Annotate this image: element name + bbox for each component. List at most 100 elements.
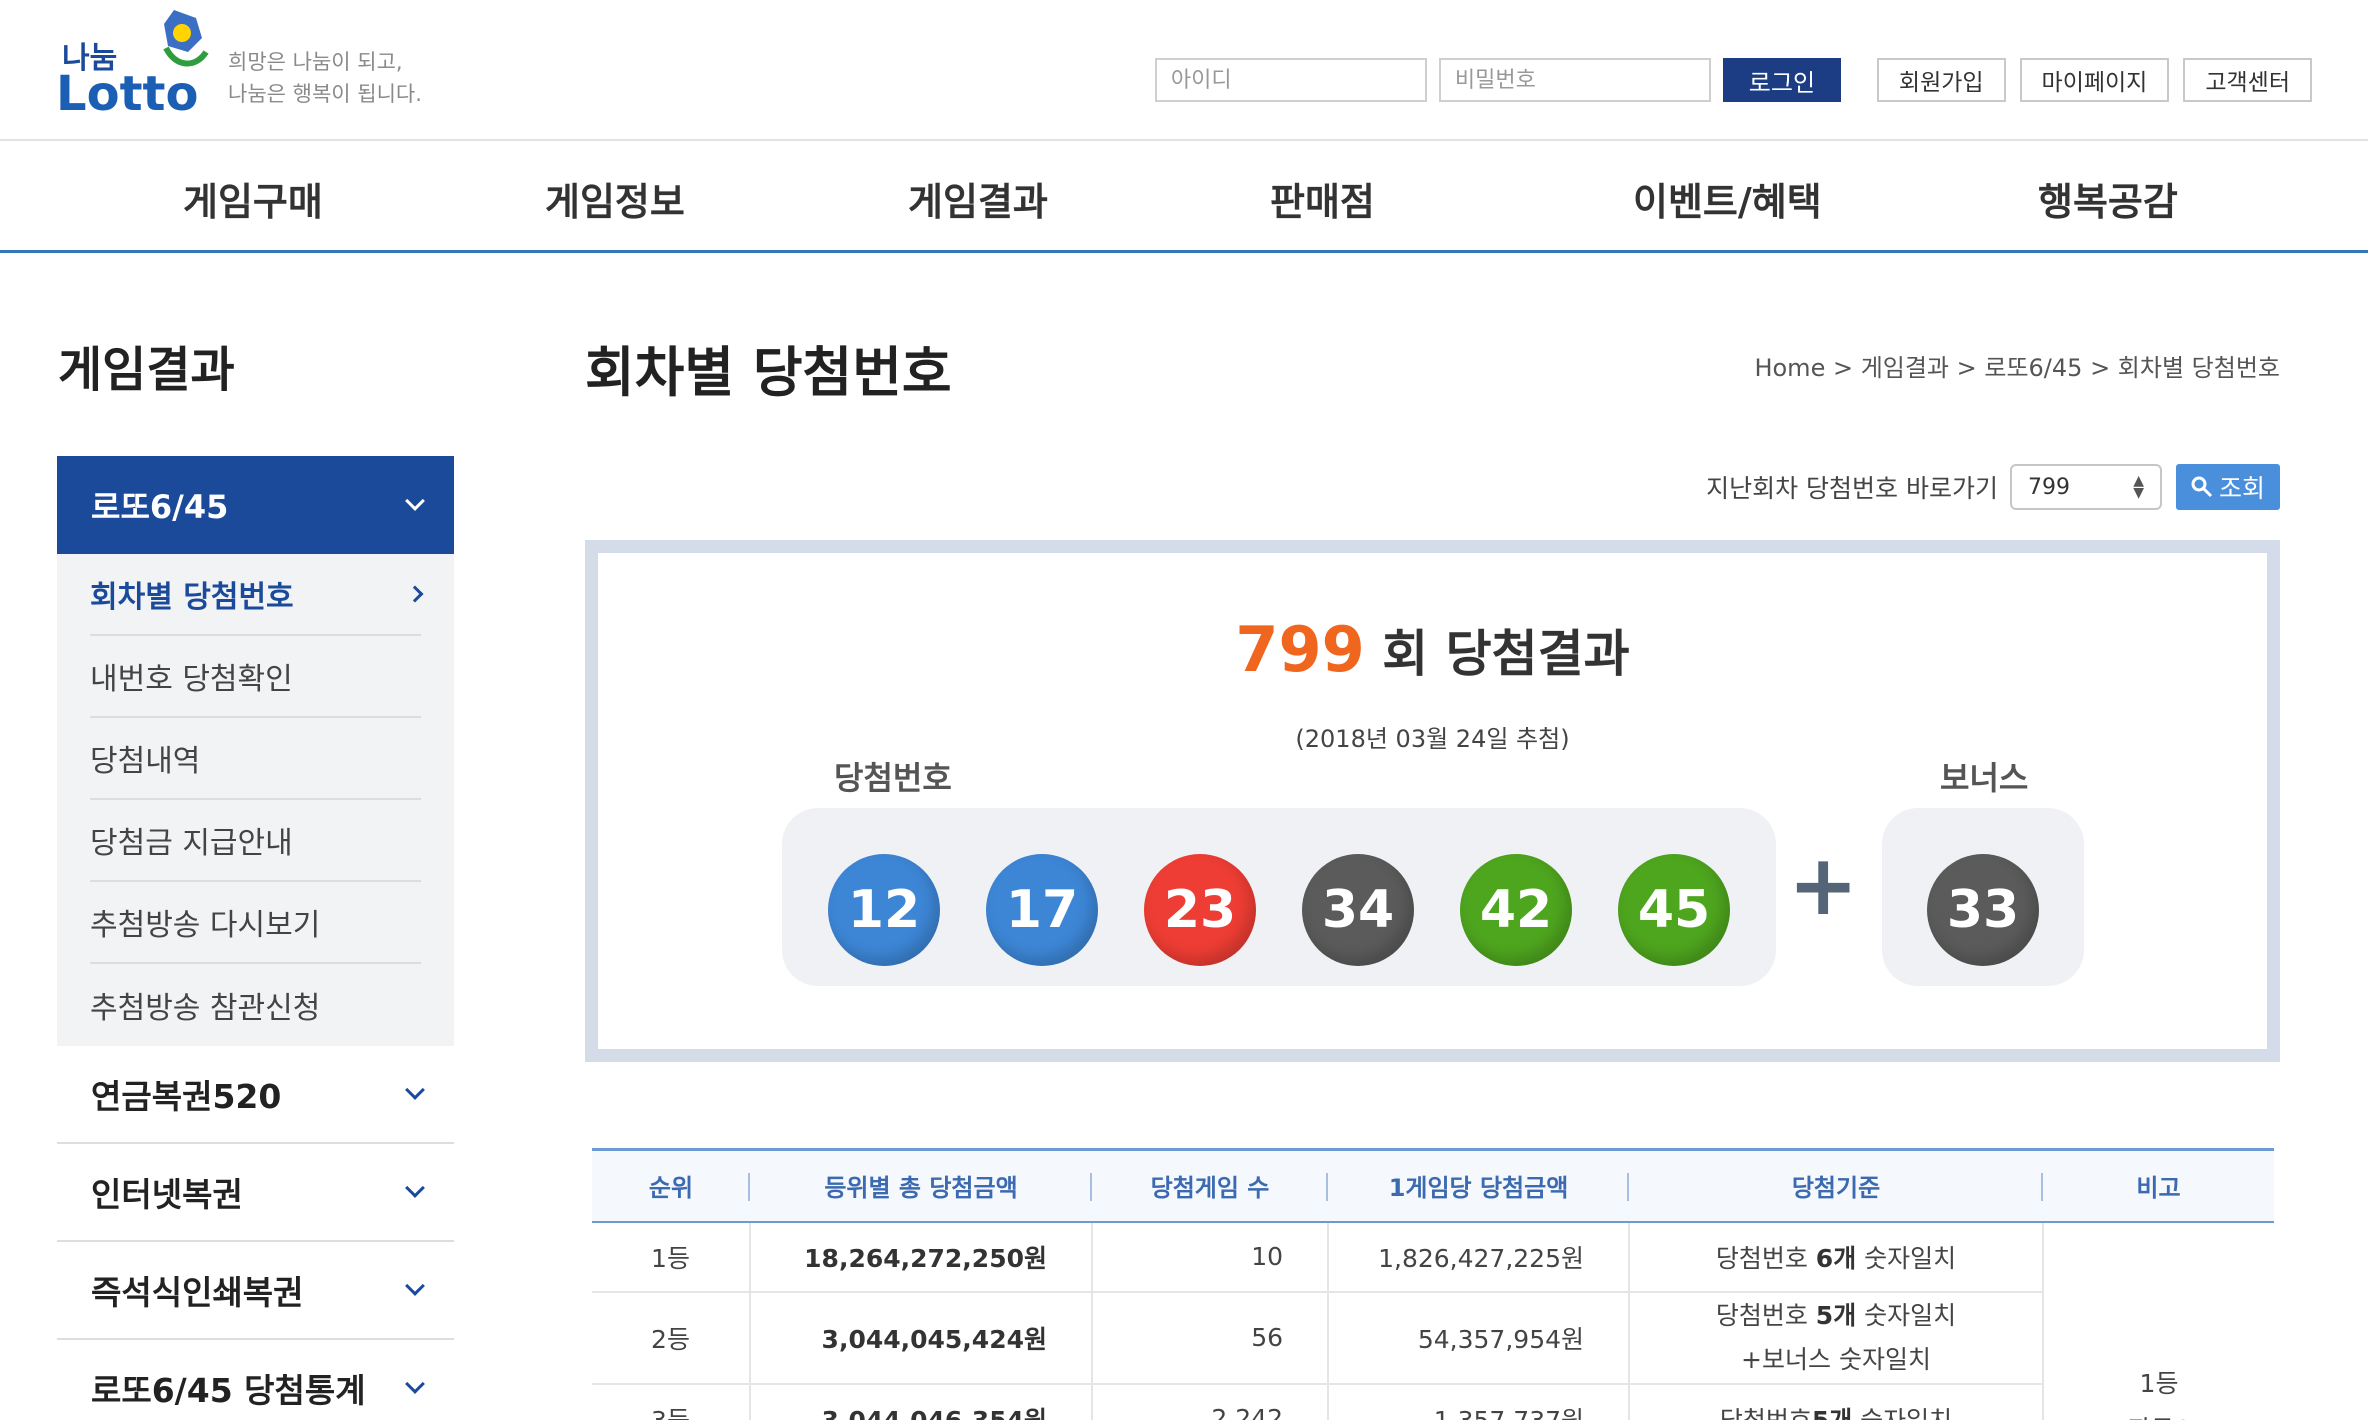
nav-item-happiness[interactable]: 행복공감 <box>2038 171 2178 226</box>
sidebar-item-label: 회차별 당첨번호 <box>90 580 294 615</box>
winning-ball: 23 <box>1144 854 1256 966</box>
sidebar-item-payout-guide[interactable]: 당첨금 지급안내 <box>90 800 421 882</box>
nav-item-events[interactable]: 이벤트/혜택 <box>1633 171 1822 226</box>
winning-numbers-panel: 12 17 23 34 42 45 <box>782 808 1776 986</box>
note-line: 자동6 <box>2088 1407 2230 1420</box>
note-line: 1등 <box>2139 1368 2179 1398</box>
winning-ball: 42 <box>1460 854 1572 966</box>
table-row: 2등 3,044,045,424원 56 54,357,954원 당첨번호 5개… <box>592 1291 2274 1385</box>
criteria-cell: 당첨번호5개 숫자일치 <box>1628 1383 2043 1420</box>
table-header: 비고 <box>2043 1148 2274 1223</box>
table-header: 순위 <box>592 1148 750 1223</box>
table-header: 1게임당 당첨금액 <box>1328 1148 1629 1223</box>
winning-numbers-label: 당첨번호 <box>834 759 952 797</box>
sidebar-item-my-number-check[interactable]: 내번호 당첨확인 <box>90 636 421 718</box>
breadcrumb: Home > 게임결과 > 로또6/45 > 회차별 당첨번호 <box>1754 354 2280 382</box>
sidebar-item-replay[interactable]: 추첨방송 다시보기 <box>90 882 421 964</box>
site-header: 나눔 Lotto 희망은 나눔이 되고, 나눔은 행복이 됩니다. 로그인 회원… <box>0 0 2368 141</box>
total-prize-cell: 18,264,272,250원 <box>749 1221 1092 1293</box>
login-button[interactable]: 로그인 <box>1722 58 1841 102</box>
table-row: 3등 3,044,046,354원 2,242 1,357,737원 당첨번호5… <box>592 1383 2274 1420</box>
main-nav: 게임구매 게임정보 게임결과 판매점 이벤트/혜택 행복공감 <box>0 141 2368 253</box>
sidebar-submenu: 회차별 당첨번호 내번호 당첨확인 당첨내역 당첨금 지급안내 추첨방송 다시보… <box>57 554 454 1046</box>
slogan-line-1: 희망은 나눔이 되고, <box>228 50 403 74</box>
total-prize-cell: 3,044,045,424원 <box>749 1291 1092 1385</box>
sidebar-group-label: 로또6/45 <box>91 488 229 526</box>
criteria-cell: 당첨번호 6개 숫자일치 <box>1628 1221 2043 1293</box>
slogan-line-2: 나눔은 행복이 됩니다. <box>228 82 422 106</box>
id-input[interactable] <box>1154 58 1427 102</box>
sidebar-group-label: 인터넷복권 <box>91 1175 243 1214</box>
prize-table: 순위 등위별 총 당첨금액 당첨게임 수 1게임당 당첨금액 당첨기준 비고 1… <box>592 1148 2274 1420</box>
password-input[interactable] <box>1438 58 1711 102</box>
bonus-label: 보너스 <box>1940 759 2029 797</box>
login-bar: 로그인 회원가입 마이페이지 고객센터 <box>1154 58 2312 102</box>
draw-date: (2018년 03월 24일 추첨) <box>1295 725 1570 753</box>
table-header-row: 순위 등위별 총 당첨금액 당첨게임 수 1게임당 당첨금액 당첨기준 비고 <box>592 1148 2274 1223</box>
prize-per-game-cell: 54,357,954원 <box>1327 1291 1629 1385</box>
prize-per-game-cell: 1,357,737원 <box>1327 1383 1629 1420</box>
sidebar-item-label: 당첨내역 <box>90 744 201 779</box>
sidebar-item-label: 당첨금 지급안내 <box>90 826 293 861</box>
prize-per-game-cell: 1,826,427,225원 <box>1327 1221 1629 1293</box>
svg-text:Lotto: Lotto <box>56 66 198 118</box>
sidebar-group-pension[interactable]: 연금복권520 <box>57 1046 454 1144</box>
sidebar-item-label: 추첨방송 다시보기 <box>90 908 321 943</box>
table-row: 1등 18,264,272,250원 10 1,826,427,225원 당첨번… <box>592 1221 2274 1420</box>
nav-item-info[interactable]: 게임정보 <box>545 171 685 226</box>
sidebar-group-label: 즉석식인쇄복권 <box>91 1273 304 1312</box>
note-cell: 1등 자동6 <box>2042 1221 2274 1420</box>
search-icon <box>2191 476 2213 498</box>
nav-item-stores[interactable]: 판매점 <box>1270 171 1375 226</box>
bonus-ball: 33 <box>1927 854 2039 966</box>
winner-count-cell: 10 <box>1091 1221 1328 1293</box>
bonus-panel: 33 <box>1882 808 2084 986</box>
round-number: 799 <box>1235 613 1365 686</box>
table-header: 등위별 총 당첨금액 <box>750 1148 1092 1223</box>
chevron-down-icon <box>405 1178 425 1198</box>
winning-ball: 45 <box>1618 854 1730 966</box>
winner-count-cell: 56 <box>1091 1291 1328 1385</box>
chevron-down-icon <box>405 1276 425 1296</box>
sidebar-group-label: 연금복권520 <box>91 1077 282 1116</box>
round-select-value: 799 <box>2028 474 2070 500</box>
round-search-bar: 지난회차 당첨번호 바로가기 799 ▲ ▼ 조회 <box>1706 464 2280 510</box>
rank-cell: 2등 <box>592 1291 750 1385</box>
result-title: 799 회 당첨결과 <box>598 613 2267 686</box>
customer-center-button[interactable]: 고객센터 <box>2183 58 2312 102</box>
sidebar-title: 게임결과 <box>58 342 235 398</box>
signup-button[interactable]: 회원가입 <box>1876 58 2006 102</box>
sidebar-item-visit-apply[interactable]: 추첨방송 참관신청 <box>90 964 421 1046</box>
sidebar-item-round-numbers[interactable]: 회차별 당첨번호 <box>90 554 424 636</box>
sidebar-item-label: 내번호 당첨확인 <box>90 662 293 697</box>
winning-ball: 17 <box>986 854 1098 966</box>
round-select[interactable]: 799 ▲ ▼ <box>2010 464 2162 510</box>
sidebar-group-instant[interactable]: 즉석식인쇄복권 <box>57 1242 454 1340</box>
sidebar-item-win-history[interactable]: 당첨내역 <box>90 718 421 800</box>
sidebar-group-label: 로또6/45 당첨통계 <box>91 1371 366 1410</box>
nav-item-buy[interactable]: 게임구매 <box>183 171 323 226</box>
criteria-line-2: +보너스 숫자일치 <box>1741 1344 1931 1374</box>
sidebar-group-internet[interactable]: 인터넷복권 <box>57 1144 454 1242</box>
table-header: 당첨게임 수 <box>1092 1148 1328 1223</box>
result-title-suffix: 회 당첨결과 <box>1364 625 1630 683</box>
mypage-button[interactable]: 마이페이지 <box>2019 58 2170 102</box>
search-button[interactable]: 조회 <box>2176 464 2280 510</box>
nanum-lotto-logo[interactable]: 나눔 Lotto <box>56 8 216 118</box>
chevron-down-icon <box>405 491 425 511</box>
chevron-down-icon <box>405 1080 425 1100</box>
sidebar: 로또6/45 회차별 당첨번호 내번호 당첨확인 당첨내역 당첨금 지급안내 추… <box>57 456 454 1420</box>
sidebar-group-stats[interactable]: 로또6/45 당첨통계 <box>57 1340 454 1420</box>
round-select-label: 지난회차 당첨번호 바로가기 <box>1706 474 1998 503</box>
chevron-down-icon <box>405 1374 425 1394</box>
rank-cell: 3등 <box>592 1383 750 1420</box>
chevron-right-icon <box>406 585 424 603</box>
select-arrows-icon: ▲ ▼ <box>2133 473 2144 501</box>
winning-ball: 34 <box>1302 854 1414 966</box>
winning-result-box: 799 회 당첨결과 (2018년 03월 24일 추첨) 당첨번호 보너스 1… <box>585 540 2280 1062</box>
nav-item-results[interactable]: 게임결과 <box>908 171 1048 226</box>
rank-cell: 1등 <box>592 1221 750 1293</box>
sidebar-group-lotto645[interactable]: 로또6/45 <box>57 456 454 554</box>
winner-count-cell: 2,242 <box>1091 1383 1328 1420</box>
criteria-cell: 당첨번호 5개 숫자일치 +보너스 숫자일치 <box>1628 1291 2043 1385</box>
